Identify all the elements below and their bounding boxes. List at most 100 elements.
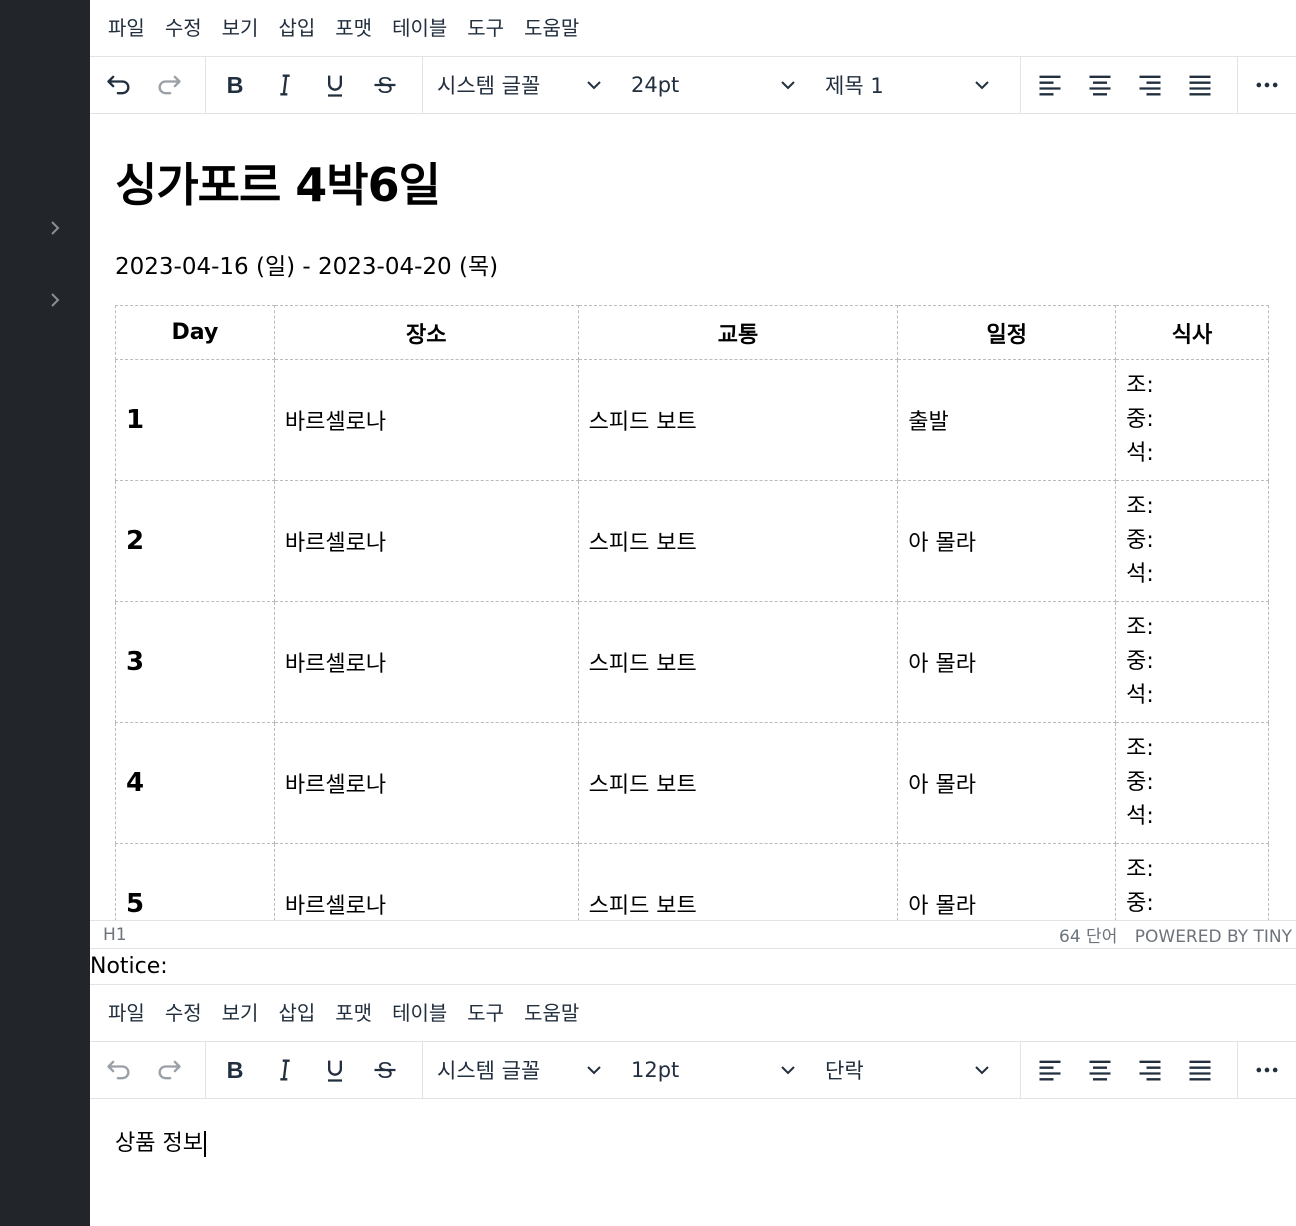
align-justify-button[interactable] — [1175, 1048, 1225, 1092]
align-right-button[interactable] — [1125, 63, 1175, 107]
meal-dinner: 석: — [1126, 562, 1154, 587]
chevron-down-icon — [975, 1066, 989, 1075]
redo-button[interactable] — [144, 1048, 194, 1092]
align-justify-button[interactable] — [1175, 63, 1225, 107]
cell-schedule[interactable]: 출발 — [897, 359, 1117, 481]
cell-meals[interactable]: 조: 중: 석: — [1115, 601, 1269, 723]
chevron-right-icon[interactable] — [44, 217, 66, 239]
editor2-content[interactable]: 상품 정보 — [115, 1125, 206, 1157]
meal-breakfast: 조: — [1126, 857, 1154, 882]
cell-meals[interactable]: 조: 중: 석: — [1115, 843, 1269, 920]
block-format-select[interactable]: 제목 1 — [811, 63, 1005, 107]
align-right-icon — [1139, 75, 1161, 96]
cell-day[interactable]: 3 — [115, 601, 275, 723]
redo-icon — [158, 1060, 181, 1080]
cell-schedule[interactable]: 아 몰라 — [897, 722, 1117, 844]
editor1-content[interactable]: 싱가포르 4박6일 2023-04-16 (일) - 2023-04-20 (목… — [90, 115, 1296, 920]
font-family-select[interactable]: 시스템 글꼴 — [423, 1048, 617, 1092]
cell-meals[interactable]: 조: 중: 석: — [1115, 722, 1269, 844]
cell-place[interactable]: 바르셀로나 — [273, 359, 579, 481]
strikethrough-button[interactable]: S — [360, 1048, 410, 1092]
menu-table[interactable]: 테이블 — [382, 993, 457, 1033]
cell-schedule[interactable]: 아 몰라 — [897, 843, 1117, 920]
word-count[interactable]: 64 단어 — [1059, 927, 1117, 947]
align-center-button[interactable] — [1075, 63, 1125, 107]
cell-day[interactable]: 1 — [115, 359, 275, 481]
italic-button[interactable] — [260, 63, 310, 107]
cell-day[interactable]: 2 — [115, 480, 275, 602]
menu-help[interactable]: 도움말 — [514, 8, 589, 48]
align-center-button[interactable] — [1075, 1048, 1125, 1092]
align-right-button[interactable] — [1125, 1048, 1175, 1092]
block-format-value: 단락 — [825, 1059, 864, 1083]
underline-icon — [328, 1060, 342, 1082]
document-title[interactable]: 싱가포르 4박6일 — [115, 149, 441, 215]
cell-transport[interactable]: 스피드 보트 — [577, 843, 899, 920]
align-right-icon — [1139, 1060, 1161, 1081]
menu-edit[interactable]: 수정 — [155, 8, 212, 48]
align-left-button[interactable] — [1025, 63, 1075, 107]
cell-transport[interactable]: 스피드 보트 — [577, 480, 899, 602]
menu-help[interactable]: 도움말 — [514, 993, 589, 1033]
italic-button[interactable] — [260, 1048, 310, 1092]
font-size-select[interactable]: 24pt — [617, 63, 811, 107]
redo-icon — [158, 75, 181, 95]
menu-table[interactable]: 테이블 — [382, 8, 457, 48]
cell-place[interactable]: 바르셀로나 — [273, 722, 579, 844]
table-row: 4 바르셀로나 스피드 보트 아 몰라 조: 중: 석: — [115, 722, 1269, 844]
date-range[interactable]: 2023-04-16 (일) - 2023-04-20 (목) — [115, 247, 498, 281]
menu-edit[interactable]: 수정 — [155, 993, 212, 1033]
chevron-right-icon[interactable] — [44, 289, 66, 311]
cell-transport[interactable]: 스피드 보트 — [577, 359, 899, 481]
menu-format[interactable]: 포맷 — [325, 8, 382, 48]
cell-meals[interactable]: 조: 중: 석: — [1115, 480, 1269, 602]
cell-schedule[interactable]: 아 몰라 — [897, 480, 1117, 602]
more-button[interactable] — [1242, 1048, 1292, 1092]
menu-view[interactable]: 보기 — [212, 993, 269, 1033]
header-day[interactable]: Day — [115, 305, 275, 360]
redo-button[interactable] — [144, 63, 194, 107]
menu-tools[interactable]: 도구 — [457, 993, 514, 1033]
cell-place[interactable]: 바르셀로나 — [273, 601, 579, 723]
header-transport[interactable]: 교통 — [577, 305, 899, 360]
undo-button[interactable] — [94, 63, 144, 107]
cell-transport[interactable]: 스피드 보트 — [577, 601, 899, 723]
left-sidebar — [0, 0, 90, 1226]
table-row: 3 바르셀로나 스피드 보트 아 몰라 조: 중: 석: — [115, 601, 1269, 723]
table-row: 2 바르셀로나 스피드 보트 아 몰라 조: 중: 석: — [115, 480, 1269, 602]
more-button[interactable] — [1242, 63, 1292, 107]
strikethrough-button[interactable]: S — [360, 63, 410, 107]
font-family-select[interactable]: 시스템 글꼴 — [423, 63, 617, 107]
cell-meals[interactable]: 조: 중: 석: — [1115, 359, 1269, 481]
bold-icon: B — [227, 1057, 244, 1083]
cell-schedule[interactable]: 아 몰라 — [897, 601, 1117, 723]
font-size-select[interactable]: 12pt — [617, 1048, 811, 1092]
bold-button[interactable]: B — [210, 63, 260, 107]
header-place[interactable]: 장소 — [273, 305, 579, 360]
menu-file[interactable]: 파일 — [98, 8, 155, 48]
cell-day[interactable]: 4 — [115, 722, 275, 844]
header-schedule[interactable]: 일정 — [897, 305, 1117, 360]
powered-by-link[interactable]: POWERED BY TINY — [1135, 927, 1292, 947]
block-format-select[interactable]: 단락 — [811, 1048, 1005, 1092]
menu-view[interactable]: 보기 — [212, 8, 269, 48]
menu-tools[interactable]: 도구 — [457, 8, 514, 48]
cell-transport[interactable]: 스피드 보트 — [577, 722, 899, 844]
bold-button[interactable]: B — [210, 1048, 260, 1092]
menu-insert[interactable]: 삽입 — [268, 8, 325, 48]
menu-file[interactable]: 파일 — [98, 993, 155, 1033]
svg-text:B: B — [227, 1057, 244, 1083]
menu-insert[interactable]: 삽입 — [268, 993, 325, 1033]
undo-button[interactable] — [94, 1048, 144, 1092]
cell-place[interactable]: 바르셀로나 — [273, 480, 579, 602]
header-meals[interactable]: 식사 — [1115, 305, 1269, 360]
underline-button[interactable] — [310, 1048, 360, 1092]
more-icon — [1256, 82, 1278, 88]
element-path[interactable]: H1 — [103, 925, 127, 945]
table-row: 1 바르셀로나 스피드 보트 출발 조: 중: 석: — [115, 359, 1269, 481]
cell-place[interactable]: 바르셀로나 — [273, 843, 579, 920]
menu-format[interactable]: 포맷 — [325, 993, 382, 1033]
cell-day[interactable]: 5 — [115, 843, 275, 920]
underline-button[interactable] — [310, 63, 360, 107]
align-left-button[interactable] — [1025, 1048, 1075, 1092]
